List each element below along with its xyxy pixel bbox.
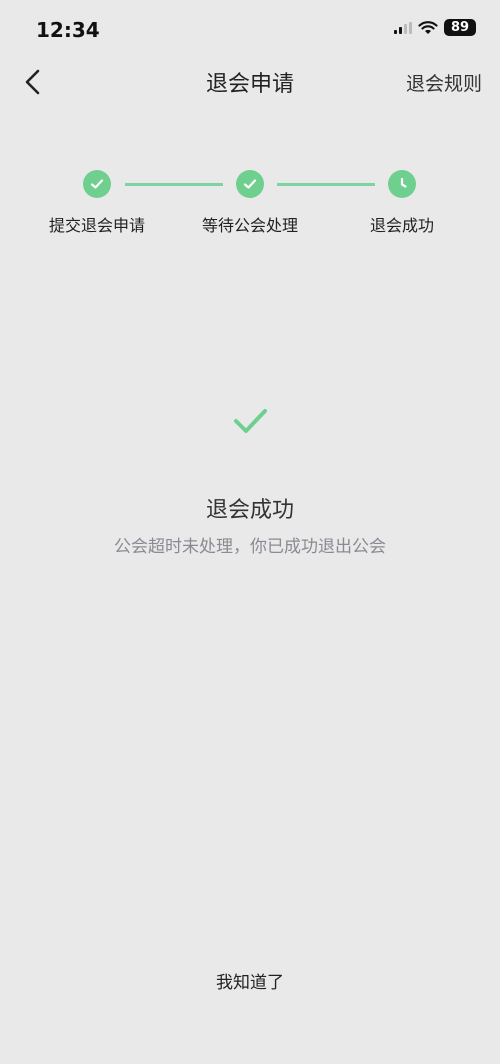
result-title: 退会成功 <box>205 498 294 523</box>
status-bar: 12:34 89 <box>0 0 500 60</box>
signal-icon <box>394 21 412 34</box>
step-waiting-guild: 等待公会处理 <box>180 170 320 236</box>
step-submit-application: 提交退会申请 <box>27 170 167 236</box>
result-description: 公会超时未处理，你已成功退出公会 <box>114 537 386 557</box>
step-label: 提交退会申请 <box>48 216 145 235</box>
check-circle-icon <box>236 170 264 198</box>
step-exit-success: 退会成功 <box>332 170 472 236</box>
progress-stepper: 提交退会申请 等待公会处理 退会成功 <box>0 170 500 240</box>
check-circle-icon <box>83 170 111 198</box>
rules-link[interactable]: 退会规则 <box>406 69 482 96</box>
step-label: 退会成功 <box>369 216 434 235</box>
confirm-button[interactable]: 我知道了 <box>150 966 350 1000</box>
step-label: 等待公会处理 <box>201 216 298 235</box>
status-indicators: 89 <box>394 19 476 36</box>
wifi-icon <box>418 20 438 35</box>
clock-circle-icon <box>388 170 416 198</box>
battery-indicator: 89 <box>444 19 476 36</box>
check-icon <box>232 406 268 436</box>
navigation-bar: 退会申请 退会规则 <box>0 60 500 104</box>
status-time: 12:34 <box>36 18 100 42</box>
